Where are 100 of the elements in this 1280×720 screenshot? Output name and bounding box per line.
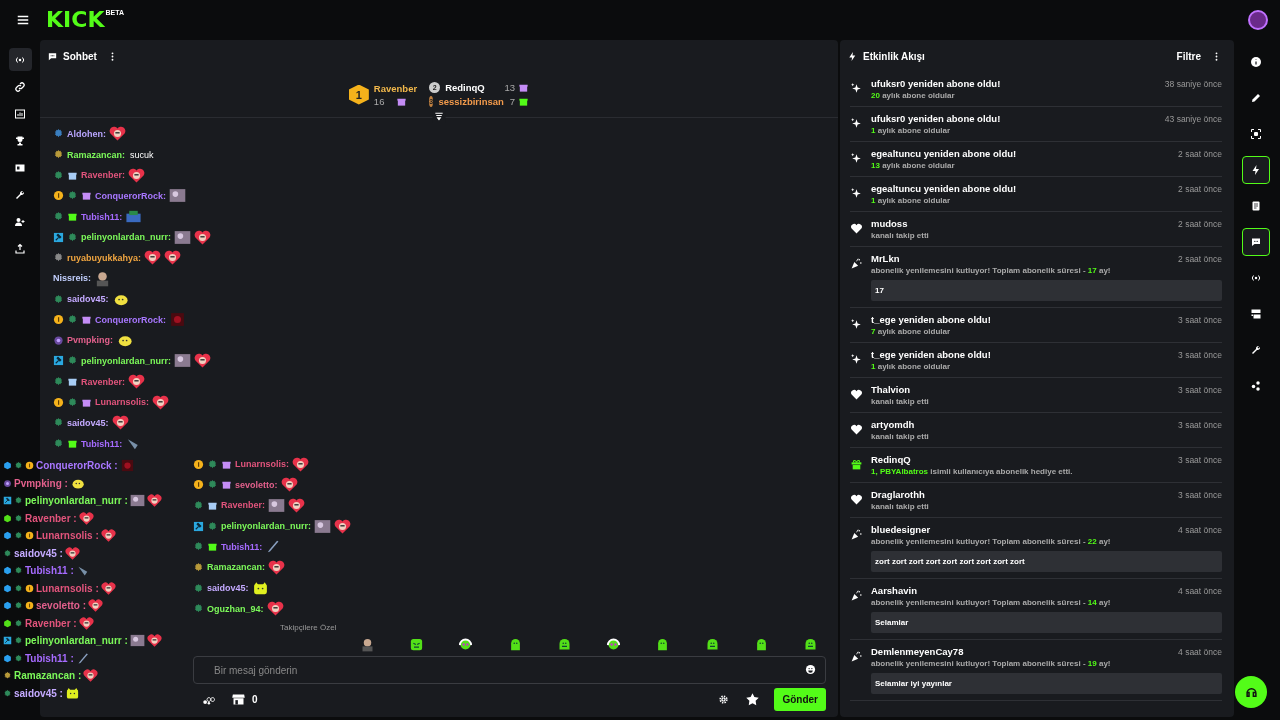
emote-icon	[164, 249, 182, 267]
chat-username[interactable]: Tubish11:	[81, 438, 123, 449]
badge-icon	[67, 376, 78, 388]
chat-username[interactable]: sevoletto:	[235, 479, 278, 490]
event-time: 4 saat önce	[1178, 525, 1222, 535]
filter-button[interactable]: Filtre	[1176, 50, 1201, 62]
badge-icon	[193, 479, 204, 491]
badge-icon	[53, 293, 64, 305]
chat-username[interactable]: saidov45:	[67, 294, 109, 305]
chat-username[interactable]: Ramazancan:	[207, 562, 266, 573]
badge-icon	[67, 314, 78, 326]
heart-icon	[850, 423, 863, 436]
badge-icon	[207, 541, 218, 553]
badge-icon	[14, 496, 23, 506]
event-detail: 7 aylık abone oldular	[871, 327, 952, 336]
send-button[interactable]: Gönder	[774, 688, 826, 711]
event-detail: kanalı takip etti	[871, 397, 930, 406]
chat-username[interactable]: ConquerorRock:	[95, 190, 166, 201]
chat-username[interactable]: Lunarnsolis:	[235, 459, 289, 470]
settings-icon	[718, 694, 730, 705]
chat-username[interactable]: Nissreis:	[53, 273, 92, 284]
emote-icon	[100, 580, 116, 596]
badge-icon	[14, 583, 23, 593]
chat-username[interactable]: Lunarnsolis:	[95, 397, 149, 408]
chat-username[interactable]: ConquerorRock:	[95, 314, 166, 325]
chat-username[interactable]: saidov45:	[67, 417, 109, 428]
avatar[interactable]	[1248, 10, 1268, 30]
chat-username: Lunarnsolis :	[36, 582, 99, 594]
emote-icon	[174, 352, 191, 370]
chat-username: saidov45 :	[14, 687, 63, 699]
rank-badge: 1	[348, 84, 369, 105]
lightning-button[interactable]	[1242, 156, 1270, 184]
broadcast-button[interactable]	[8, 48, 32, 71]
badge-icon	[14, 531, 23, 541]
event-title: ufuksr0 yeniden abone oldu!	[871, 78, 1001, 89]
event-title: t_ege yeniden abone oldu!	[871, 314, 991, 325]
chat-username: Tubish11 :	[25, 565, 74, 577]
panel-title: Sohbet	[63, 50, 97, 62]
event-detail: abonelik yenilemesini kutluyor! Toplam abonelik süresi - 22 ay!	[871, 537, 1112, 546]
badge-icon	[3, 496, 12, 506]
pencil-icon	[1250, 92, 1262, 104]
badge-icon	[67, 438, 78, 450]
badge-icon	[518, 82, 530, 93]
emote-icon	[169, 187, 186, 205]
chat-username[interactable]: Ravenber:	[81, 170, 125, 181]
chat-username[interactable]: Tubish11:	[221, 541, 263, 552]
leaderboard-user: sessizbirinsan	[438, 96, 504, 107]
chat-username[interactable]: pelinyonlardan_nurr:	[81, 356, 171, 366]
emote-icon	[64, 685, 80, 701]
event-time: 2 saat önce	[1178, 184, 1222, 194]
user-add-icon	[14, 215, 26, 228]
chat-username[interactable]: Pvmpking:	[67, 335, 113, 346]
event-title: Aarshavin	[871, 585, 917, 596]
store-icon	[231, 692, 246, 707]
badge-icon	[221, 479, 232, 491]
chat-username[interactable]: Ravenber:	[81, 376, 125, 387]
chat-username[interactable]: pelinyonlardan_nurr:	[81, 232, 171, 243]
emote-icon	[314, 517, 331, 535]
badge-icon	[25, 531, 34, 541]
emote-icon	[129, 633, 145, 649]
chat-username[interactable]: Oguzhan_94:	[207, 603, 264, 614]
emoji-button[interactable]	[805, 664, 816, 675]
chat-username: pelinyonlardan_nurr :	[25, 635, 128, 647]
badge-icon	[3, 548, 12, 558]
emote-icon	[83, 668, 99, 684]
emoji-icon	[805, 664, 816, 675]
emote-icon	[100, 528, 116, 544]
badge-icon	[67, 190, 78, 202]
badge-icon	[53, 252, 64, 264]
badge-icon	[53, 190, 64, 202]
chat-username[interactable]: Aldohen:	[67, 128, 106, 139]
event-time: 43 saniye önce	[1164, 114, 1222, 124]
badge-icon	[14, 618, 23, 628]
emote-icon	[78, 510, 94, 526]
emote-icon	[146, 493, 162, 509]
badge-icon	[53, 396, 64, 408]
emote-icon	[152, 393, 169, 411]
badge-icon	[67, 355, 78, 367]
chat-username[interactable]: saidov45:	[207, 583, 249, 594]
emote-icon	[64, 545, 80, 561]
chat-username[interactable]: Ravenber:	[221, 500, 265, 511]
chat-username[interactable]: ruyabuyukkahya:	[67, 252, 142, 263]
chat-icon	[1250, 236, 1262, 248]
chat-button[interactable]	[1242, 228, 1270, 256]
emote-icon	[194, 352, 211, 370]
chat-username[interactable]: Tubish11:	[81, 211, 123, 222]
emote-icon	[606, 637, 622, 652]
party-icon	[850, 589, 863, 602]
badge-icon	[193, 582, 204, 594]
event-title: MrLkn	[871, 253, 900, 264]
sparkle-icon	[850, 152, 863, 165]
support-button[interactable]	[1235, 676, 1267, 708]
event-title: ufuksr0 yeniden abone oldu!	[871, 113, 1001, 124]
chat-username[interactable]: pelinyonlardan_nurr:	[221, 521, 311, 532]
event-detail: 1 aylık abone oldular	[871, 362, 952, 371]
chat-message: sucuk	[130, 149, 154, 160]
message-input[interactable]: Bir mesaj gönderin	[193, 656, 826, 684]
chat-username[interactable]: Ramazancan:	[67, 149, 126, 160]
event-title: RedinqQ	[871, 454, 911, 465]
badge-icon	[207, 479, 218, 491]
